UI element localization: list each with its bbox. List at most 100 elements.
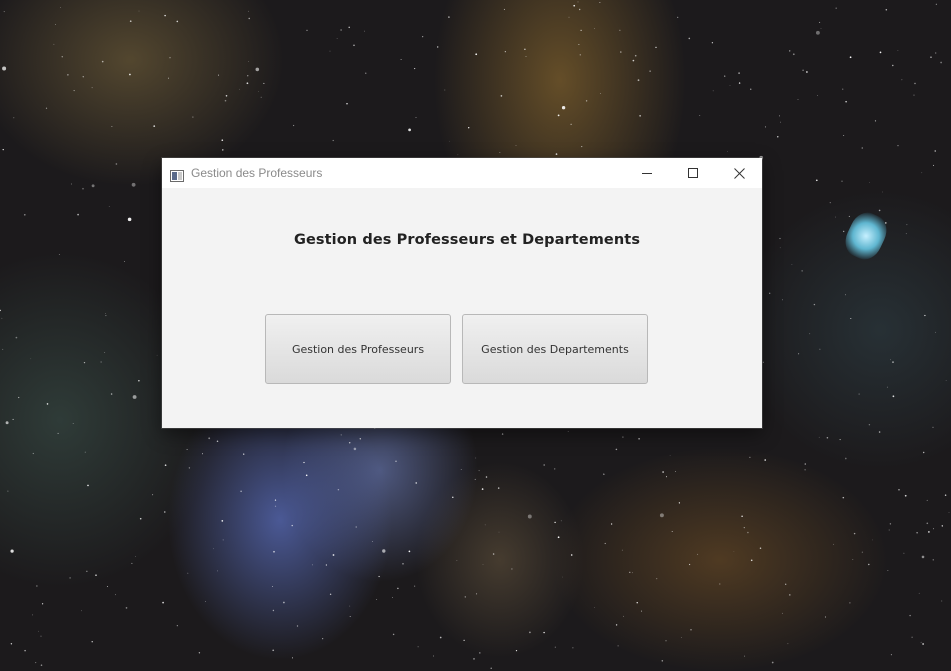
star <box>620 51 622 53</box>
star <box>791 264 793 265</box>
star <box>529 631 531 634</box>
star <box>733 551 735 552</box>
star <box>872 539 873 541</box>
star <box>1 317 3 319</box>
star <box>474 478 476 480</box>
star <box>439 636 442 639</box>
star <box>901 79 903 81</box>
star <box>892 395 895 398</box>
star <box>433 655 434 657</box>
star <box>802 69 804 72</box>
star <box>23 213 26 216</box>
star <box>573 4 576 7</box>
star <box>888 529 890 531</box>
star <box>655 46 657 49</box>
star <box>688 563 691 566</box>
star <box>560 520 562 522</box>
star <box>886 386 888 388</box>
star <box>889 523 892 525</box>
star <box>498 531 500 533</box>
star <box>329 593 332 596</box>
star <box>353 447 357 451</box>
star <box>105 315 107 317</box>
star <box>764 459 766 461</box>
star <box>817 95 818 96</box>
star <box>771 661 774 664</box>
star <box>849 56 852 59</box>
star <box>153 125 156 127</box>
star <box>273 550 275 553</box>
star <box>217 570 218 572</box>
star <box>353 44 355 47</box>
star <box>940 61 942 64</box>
star <box>621 549 623 551</box>
star <box>572 647 574 649</box>
star <box>272 609 275 612</box>
star <box>764 126 766 128</box>
star <box>501 433 504 435</box>
star <box>844 457 847 460</box>
star <box>554 521 556 524</box>
star <box>727 150 728 152</box>
star <box>916 532 918 534</box>
star <box>749 456 751 458</box>
star <box>60 7 61 8</box>
page-title: Gestion des Professeurs et Departements <box>293 232 641 248</box>
star <box>414 585 416 587</box>
star <box>904 494 907 497</box>
star <box>449 140 450 142</box>
star <box>818 436 820 438</box>
star <box>843 135 845 136</box>
minimize-button[interactable] <box>624 158 670 188</box>
star <box>123 260 125 262</box>
close-button[interactable] <box>716 158 762 188</box>
star <box>697 553 699 555</box>
star <box>561 106 566 110</box>
star <box>804 463 807 465</box>
star <box>452 496 454 499</box>
star <box>164 14 166 17</box>
star <box>629 571 631 573</box>
star <box>750 559 753 562</box>
star <box>932 559 934 561</box>
star <box>392 597 394 598</box>
star <box>348 26 350 29</box>
star <box>10 549 14 553</box>
star <box>924 314 926 317</box>
star <box>208 437 211 440</box>
gestion-professeurs-button[interactable]: Gestion des Professeurs <box>265 314 451 384</box>
star <box>928 531 930 533</box>
star <box>815 179 818 182</box>
star <box>890 359 892 361</box>
star <box>935 331 936 333</box>
star <box>336 38 338 40</box>
star <box>903 552 905 554</box>
star <box>853 532 856 535</box>
star <box>669 455 671 457</box>
star <box>743 527 745 529</box>
star <box>482 564 484 565</box>
star <box>826 437 829 439</box>
star <box>842 496 845 499</box>
star <box>741 515 743 518</box>
title-bar[interactable]: Gestion des Professeurs <box>162 158 762 188</box>
star <box>905 233 907 235</box>
star <box>239 88 240 90</box>
star <box>10 643 13 645</box>
star <box>32 614 34 616</box>
star <box>355 526 357 528</box>
star <box>476 593 478 595</box>
star <box>162 601 164 604</box>
maximize-button[interactable] <box>670 158 716 188</box>
star <box>948 512 950 513</box>
star <box>292 657 293 659</box>
gestion-departements-button[interactable]: Gestion des Departements <box>462 314 648 384</box>
star <box>247 75 249 77</box>
star <box>340 434 342 436</box>
star <box>115 163 118 165</box>
star <box>106 586 108 588</box>
star <box>169 56 171 59</box>
star <box>222 539 224 541</box>
star <box>579 8 581 11</box>
star <box>599 1 601 3</box>
